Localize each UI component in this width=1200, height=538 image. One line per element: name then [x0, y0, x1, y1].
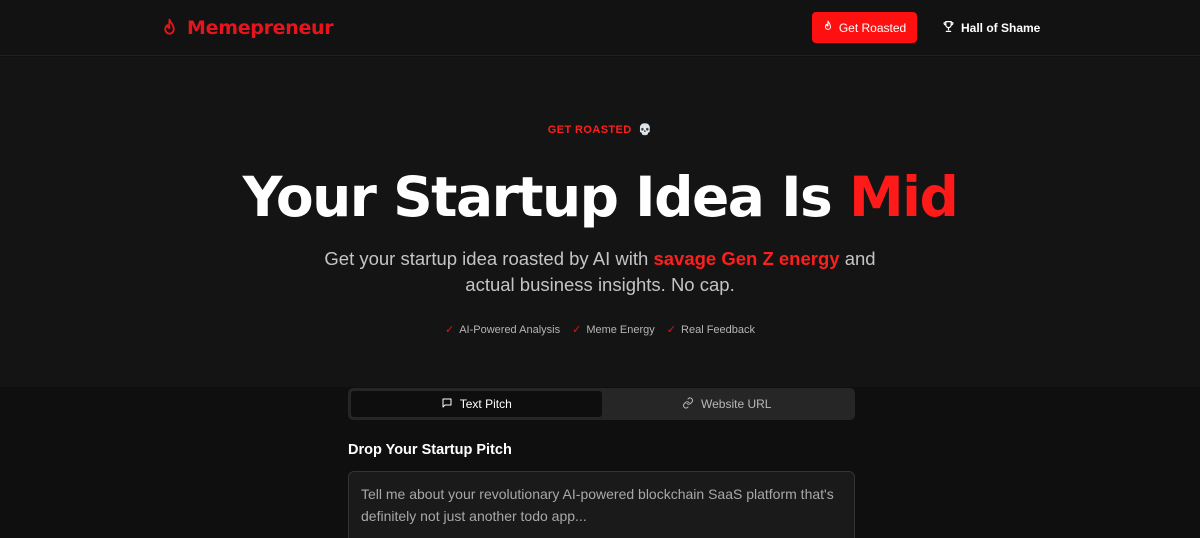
check-icon: ✓ [572, 324, 582, 336]
skull-icon: 💀 [638, 124, 653, 136]
link-icon [682, 397, 694, 412]
pitch-field-label: Drop Your Startup Pitch [348, 442, 512, 458]
startup-pitch-textarea[interactable] [348, 471, 855, 538]
hero-section: GET ROASTED 💀 Your Startup Idea Is Mid G… [0, 57, 1200, 387]
feature-item: ✓ AI-Powered Analysis [444, 323, 561, 337]
feature-item: ✓ Meme Energy [572, 323, 655, 337]
tab-website-url-label: Website URL [701, 397, 772, 411]
hero-subtitle: Get your startup idea roasted by AI with… [300, 246, 900, 298]
flame-icon [161, 18, 178, 38]
headline-main: Your Startup Idea Is [242, 165, 849, 229]
pitch-mode-tabs: Text Pitch Website URL [348, 388, 855, 420]
feature-item: ✓ Real Feedback [666, 323, 756, 337]
page-title: Your Startup Idea Is Mid [0, 165, 1200, 229]
get-roasted-button[interactable]: Get Roasted [812, 12, 917, 43]
headline-accent: Mid [848, 165, 959, 229]
message-square-icon [441, 397, 453, 412]
top-navbar: Memepreneur Get Roasted Hall of Shame [0, 0, 1200, 56]
trophy-icon [942, 20, 955, 36]
brand-name: Memepreneur [187, 17, 334, 39]
tab-website-url[interactable]: Website URL [602, 391, 853, 417]
eyebrow-text: GET ROASTED [547, 124, 632, 136]
brand-logo-link[interactable]: Memepreneur [161, 16, 334, 40]
hall-of-shame-label: Hall of Shame [961, 20, 1041, 35]
hall-of-shame-link[interactable]: Hall of Shame [942, 12, 1040, 43]
eyebrow-label: GET ROASTED 💀 [0, 123, 1200, 136]
tab-text-pitch-label: Text Pitch [459, 397, 512, 411]
subtitle-highlight: savage Gen Z energy [653, 248, 840, 269]
flame-icon [823, 20, 833, 35]
feature-label: AI-Powered Analysis [459, 323, 561, 336]
feature-list: ✓ AI-Powered Analysis ✓ Meme Energy ✓ Re… [0, 323, 1200, 337]
check-icon: ✓ [666, 324, 677, 336]
get-roasted-label: Get Roasted [838, 20, 907, 35]
tab-text-pitch[interactable]: Text Pitch [351, 391, 602, 417]
check-icon: ✓ [444, 324, 455, 336]
feature-label: Real Feedback [681, 323, 756, 336]
feature-label: Meme Energy [586, 323, 655, 336]
subtitle-pre: Get your startup idea roasted by AI with [324, 248, 654, 269]
